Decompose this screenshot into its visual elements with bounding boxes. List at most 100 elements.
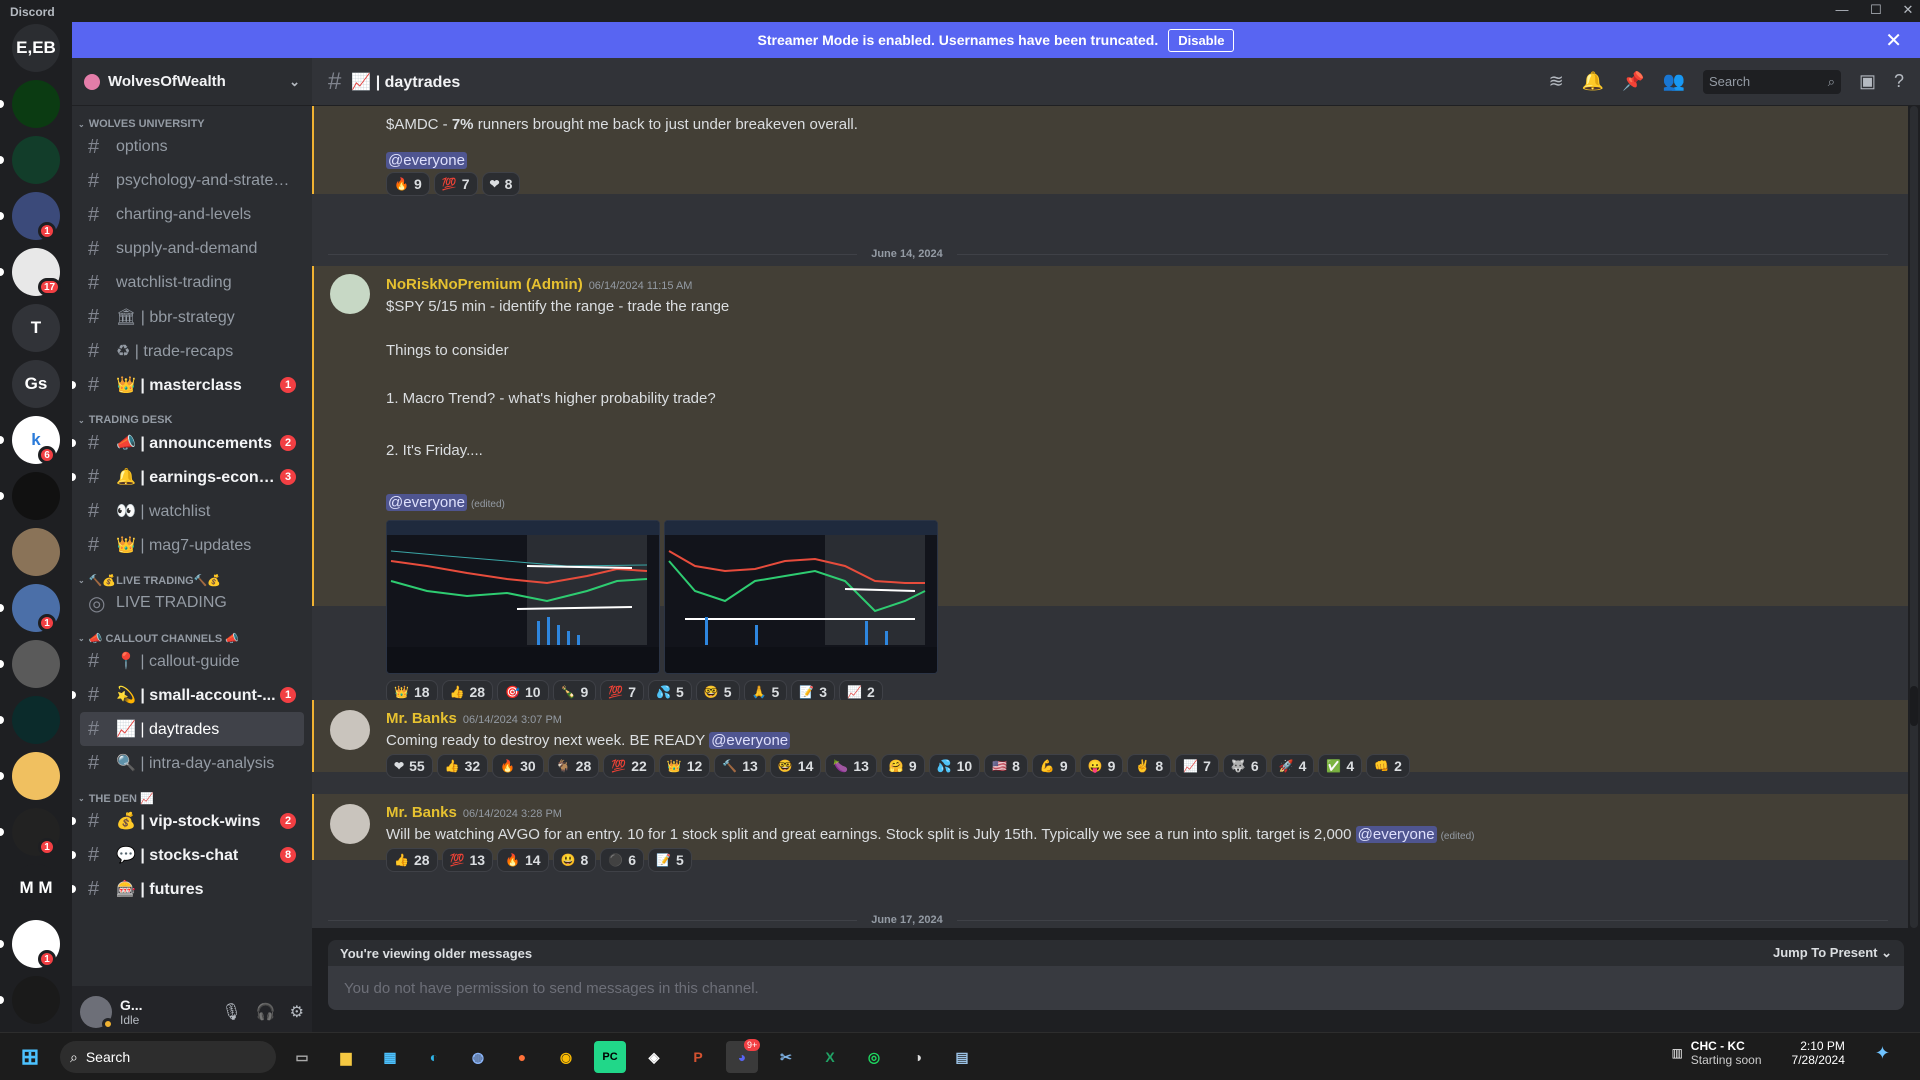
spotify-icon[interactable]: ◎ xyxy=(858,1041,890,1073)
chevron-down-icon[interactable]: ⌄ xyxy=(289,74,300,90)
pin-icon[interactable]: 📌 xyxy=(1622,71,1644,92)
file-explorer-icon[interactable]: ▆ xyxy=(330,1041,362,1073)
server-icon[interactable]: M M xyxy=(12,864,60,912)
reaction-button[interactable]: 👍 28 xyxy=(386,848,438,872)
channel-item[interactable]: # 📈 | daytrades xyxy=(80,712,304,746)
channel-item[interactable]: # 💰 | vip-stock-wins 2 xyxy=(72,804,304,838)
weather-widget[interactable]: ▥ CHC - KC Starting soon xyxy=(1671,1039,1761,1067)
scrollbar[interactable] xyxy=(1910,106,1918,928)
reaction-button[interactable]: 🍆 13 xyxy=(825,754,877,778)
scrollbar-thumb[interactable] xyxy=(1910,686,1918,726)
reaction-button[interactable]: 🐺 6 xyxy=(1222,754,1267,778)
category-header[interactable]: ⌄ 📣 CALLOUT CHANNELS 📣 xyxy=(72,620,312,645)
channel-item[interactable]: # 💫 | small-account-... 1 xyxy=(72,678,304,712)
reaction-button[interactable]: 😛 9 xyxy=(1079,754,1124,778)
server-icon[interactable] xyxy=(12,752,60,800)
reaction-button[interactable]: 😃 8 xyxy=(552,848,597,872)
category-header[interactable]: ⌄ THE DEN 📈 xyxy=(72,780,312,805)
avatar[interactable] xyxy=(330,274,370,314)
reaction-button[interactable]: 🤓 14 xyxy=(769,754,822,778)
channel-item[interactable]: # psychology-and-strategi... xyxy=(80,164,304,198)
server-icon[interactable]: E,EB xyxy=(12,24,60,72)
category-header[interactable]: ⌄ 🔨💰LIVE TRADING🔨💰 xyxy=(72,562,312,587)
chart-image-attachment[interactable] xyxy=(386,520,660,674)
help-icon[interactable]: ? xyxy=(1894,71,1904,92)
channel-item[interactable]: # 📣 | announcements 2 xyxy=(72,426,304,460)
reaction-button[interactable]: 🇺🇸 8 xyxy=(984,754,1028,778)
channel-item[interactable]: # watchlist-trading xyxy=(80,266,304,300)
message-author[interactable]: Mr. Banks 06/14/2024 3:28 PM xyxy=(386,804,562,821)
close-icon[interactable]: ✕ xyxy=(1885,28,1902,53)
snipping-tool-icon[interactable]: ✂ xyxy=(770,1041,802,1073)
minimize-button[interactable]: — xyxy=(1832,2,1852,17)
close-window-button[interactable]: ✕ xyxy=(1898,2,1918,18)
reaction-button[interactable]: 👑 12 xyxy=(658,754,711,778)
server-icon[interactable]: T xyxy=(12,304,60,352)
channel-item[interactable]: ◎ LIVE TRADING xyxy=(80,586,304,620)
server-icon[interactable] xyxy=(12,528,60,576)
server-icon[interactable] xyxy=(12,640,60,688)
app-icon[interactable]: ◑ xyxy=(902,1041,934,1073)
avatar[interactable] xyxy=(330,804,370,844)
headphones-icon[interactable]: 🎧 xyxy=(256,1002,276,1022)
reaction-button[interactable]: 🔥 14 xyxy=(497,848,549,872)
channel-item[interactable]: # 📍 | callout-guide xyxy=(80,644,304,678)
server-header[interactable]: WolvesOfWealth ⌄ xyxy=(72,58,312,106)
server-icon[interactable] xyxy=(12,80,60,128)
chart-image-attachment[interactable] xyxy=(664,520,938,674)
jump-to-present-button[interactable]: Jump To Present ⌄ xyxy=(1773,945,1892,961)
reaction-button[interactable]: 💯 7 xyxy=(433,172,478,196)
reaction-button[interactable]: ✅ 4 xyxy=(1318,754,1363,778)
app-icon[interactable]: ◈ xyxy=(638,1041,670,1073)
message-author[interactable]: Mr. Banks 06/14/2024 3:07 PM xyxy=(386,710,562,727)
members-icon[interactable]: 👥 xyxy=(1663,71,1685,92)
bell-icon[interactable]: 🔔 xyxy=(1582,71,1604,92)
channel-item[interactable]: # 🔍 | intra-day-analysis xyxy=(80,746,304,780)
channel-item[interactable]: # ♻ | trade-recaps xyxy=(80,334,304,368)
reaction-button[interactable]: 📝 5 xyxy=(648,848,692,872)
pycharm-icon[interactable]: PC xyxy=(594,1041,626,1073)
channel-item[interactable]: # charting-and-levels xyxy=(80,198,304,232)
reaction-button[interactable]: 💦 10 xyxy=(928,754,981,778)
copilot-icon[interactable]: ✦ xyxy=(1875,1043,1890,1064)
disable-streamer-button[interactable]: Disable xyxy=(1168,28,1235,52)
category-header[interactable]: ⌄ TRADING DESK xyxy=(72,402,312,426)
reaction-button[interactable]: 💪 9 xyxy=(1031,754,1076,778)
channel-item[interactable]: # 🔔 | earnings-econo... 3 xyxy=(72,460,304,494)
message-author[interactable]: NoRiskNoPremium (Admin) 06/14/2024 11:15 … xyxy=(386,276,692,293)
server-icon[interactable] xyxy=(12,696,60,744)
channel-item[interactable]: # supply-and-demand xyxy=(80,232,304,266)
channel-item[interactable]: # 🏛 | bbr-strategy xyxy=(80,300,304,334)
app-icon[interactable]: ◍ xyxy=(462,1041,494,1073)
reaction-button[interactable]: ⚫ 6 xyxy=(600,848,645,872)
channel-item[interactable]: # 🎰 | futures xyxy=(72,872,304,906)
avatar[interactable] xyxy=(80,996,114,1030)
edge-icon[interactable]: ◐ xyxy=(418,1041,450,1073)
channel-item[interactable]: # options xyxy=(80,130,304,164)
app-icon[interactable]: ▤ xyxy=(946,1041,978,1073)
store-icon[interactable]: ▦ xyxy=(374,1041,406,1073)
category-header[interactable]: ⌄ WOLVES UNIVERSITY xyxy=(72,106,312,130)
reaction-button[interactable]: 💯 13 xyxy=(441,848,494,872)
firefox-icon[interactable]: ● xyxy=(506,1041,538,1073)
reaction-button[interactable]: ✌ 8 xyxy=(1127,754,1172,778)
server-icon[interactable]: Gs xyxy=(12,360,60,408)
microphone-icon[interactable]: 🎙 xyxy=(221,1002,241,1022)
chrome-icon[interactable]: ◉ xyxy=(550,1041,582,1073)
powerpoint-icon[interactable]: P xyxy=(682,1041,714,1073)
reaction-button[interactable]: 🤗 9 xyxy=(880,754,925,778)
maximize-button[interactable]: ☐ xyxy=(1866,2,1886,18)
excel-icon[interactable]: X xyxy=(814,1041,846,1073)
reaction-button[interactable]: ❤ 55 xyxy=(386,754,433,778)
threads-icon[interactable]: ≋ xyxy=(1549,71,1564,92)
inbox-icon[interactable]: ▣ xyxy=(1859,71,1876,92)
channel-item[interactable]: # 👀 | watchlist xyxy=(80,494,304,528)
windows-start-icon[interactable]: ⊞ xyxy=(14,1041,46,1073)
reaction-button[interactable]: 👍 32 xyxy=(436,754,489,778)
task-view-icon[interactable]: ▭ xyxy=(286,1041,318,1073)
channel-item[interactable]: # 👑 | masterclass 1 xyxy=(72,368,304,402)
reaction-button[interactable]: 🚀 4 xyxy=(1270,754,1315,778)
reaction-button[interactable]: 🔥 30 xyxy=(492,754,544,778)
channel-item[interactable]: # 💬 | stocks-chat 8 xyxy=(72,838,304,872)
reaction-button[interactable]: 👊 2 xyxy=(1366,754,1410,778)
